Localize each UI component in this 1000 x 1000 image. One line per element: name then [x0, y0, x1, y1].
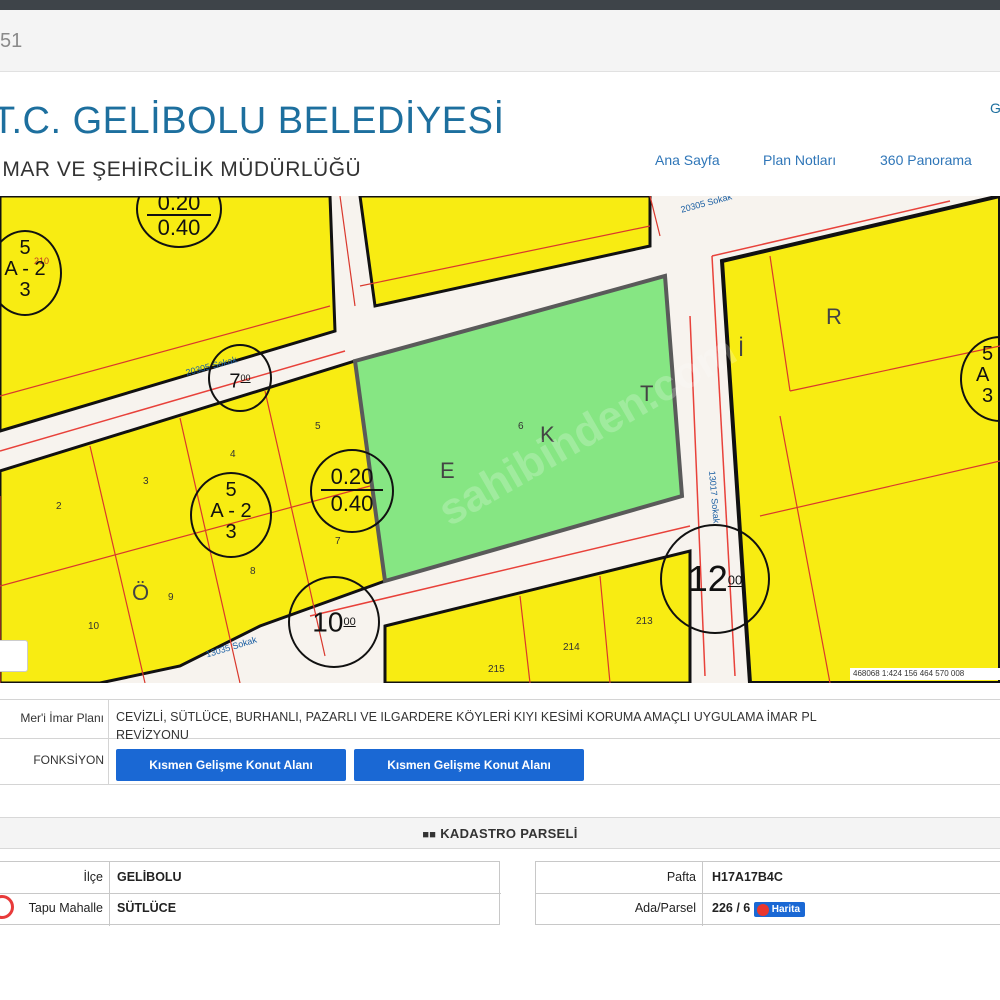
- parcel-number: 213: [636, 616, 653, 627]
- ratio-marker-middle: 0.20 0.40: [310, 449, 394, 533]
- ratio-value-top: 0.20: [321, 465, 383, 491]
- aq-class: A: [210, 500, 223, 522]
- height-decimal: 00: [727, 572, 743, 588]
- neighborhood-label: Tapu Mahalle: [28, 901, 103, 915]
- zone-block-right: [719, 196, 1000, 683]
- row-divider: [0, 893, 501, 894]
- page-subtitle: İMAR VE ŞEHİRCİLİK MÜDÜRLÜĞÜ: [0, 158, 362, 181]
- column-divider: [109, 862, 110, 926]
- map-scale-text: 468068 1:424 156 464 570 008: [850, 668, 1000, 680]
- nav-plan-notes-link[interactable]: Plan Notları: [763, 152, 836, 168]
- page: 51 T.C. GELİBOLU BELEDİYESİ İMAR VE ŞEHİ…: [0, 0, 1000, 1000]
- parcel-number: 215: [488, 664, 505, 675]
- height-value: 7: [229, 370, 241, 393]
- height-decimal: 00: [240, 373, 251, 383]
- ratio-value-bottom: 0.40: [330, 491, 374, 516]
- map-button-label: Harita: [771, 904, 801, 915]
- row-divider: [536, 893, 1000, 894]
- aq-marker-middle: 5 A - 2 3: [190, 472, 272, 558]
- column-divider: [702, 862, 703, 926]
- map-pin-icon: [756, 904, 769, 916]
- plan-row: Mer'i İmar Planı CEVİZLİ, SÜTLÜCE, BURHA…: [0, 699, 1000, 742]
- zone-label-o: Ö: [132, 580, 150, 605]
- plan-text-line: CEVİZLİ, SÜTLÜCE, BURHANLI, PAZARLI VE I…: [116, 710, 817, 724]
- zone-label-r: R: [826, 304, 842, 329]
- parcel-number: 214: [563, 642, 580, 653]
- page-title: T.C. GELİBOLU BELEDİYESİ: [0, 100, 505, 142]
- height-value: 12: [687, 558, 728, 599]
- function-button[interactable]: Kısmen Gelişme Konut Alanı: [354, 749, 584, 781]
- aq-height: 2: [240, 500, 252, 522]
- height-marker-7: 700: [208, 344, 272, 412]
- aq-ratio: 3: [982, 385, 994, 407]
- block-parcel-value: 226 / 6 Harita: [712, 901, 806, 917]
- block-parcel-text: 226 / 6: [712, 901, 751, 915]
- kadastro-heading-text: KADASTRO PARSELİ: [440, 826, 578, 841]
- aq-floors: 5: [225, 479, 237, 501]
- parcel-number: 5: [315, 421, 321, 432]
- aq-floors: 5: [982, 343, 994, 365]
- tab-number: 51: [0, 30, 23, 52]
- browser-tab-bar: 51: [0, 10, 1000, 72]
- kadastro-right-table: Pafta H17A17B4C Ada/Parsel 226 / 6 Harit…: [535, 861, 1000, 926]
- aq-floors: 5: [19, 237, 31, 259]
- parcel-number: 10: [88, 621, 100, 632]
- aq-class: A: [976, 364, 990, 386]
- cell-divider: [108, 739, 109, 784]
- sheet-value: H17A17B4C: [712, 870, 783, 884]
- map-search-box[interactable]: [0, 640, 28, 672]
- district-value: GELİBOLU: [117, 870, 182, 884]
- nav-home-link[interactable]: Ana Sayfa: [655, 152, 720, 168]
- aq-ratio: 3: [19, 279, 31, 301]
- aq-class: A: [4, 258, 17, 280]
- height-decimal: 00: [343, 616, 356, 628]
- function-button[interactable]: Kısmen Gelişme Konut Alanı: [116, 749, 346, 781]
- map-button[interactable]: Harita: [753, 902, 806, 917]
- plan-label: Mer'i İmar Planı: [20, 711, 104, 725]
- map-canvas: [0, 196, 1000, 683]
- sheet-label: Pafta: [666, 870, 696, 884]
- parcel-number: 6: [518, 421, 524, 432]
- parcel-number: 2: [56, 501, 62, 512]
- height-marker-12: 1200: [660, 524, 770, 634]
- block-parcel-label: Ada/Parsel: [634, 901, 696, 915]
- parcel-number: 7: [335, 536, 341, 547]
- zoning-map[interactable]: 20305 Sokak 20305 Sokak 13017 Sokak 1303…: [0, 196, 1000, 683]
- function-row: FONKSİYON Kısmen Gelişme Konut Alanı Kıs…: [0, 739, 1000, 785]
- height-value: 10: [312, 606, 344, 638]
- browser-top-strip: [0, 0, 1000, 10]
- parcel-number: 3: [143, 476, 149, 487]
- nav-panorama-link[interactable]: 360 Panorama: [880, 152, 972, 168]
- district-label: İlçe: [83, 870, 103, 884]
- ratio-value-bottom: 0.40: [157, 215, 201, 240]
- parcel-number: 4: [230, 449, 236, 460]
- grid-icon: ■■: [422, 829, 437, 841]
- aq-ratio: 3: [225, 521, 237, 543]
- aq-height: 2: [34, 258, 46, 280]
- cell-divider: [108, 700, 109, 738]
- site-header: T.C. GELİBOLU BELEDİYESİ İMAR VE ŞEHİRCİ…: [0, 72, 1000, 196]
- parcel-number: 8: [250, 566, 256, 577]
- parcel-info-panel: Mer'i İmar Planı CEVİZLİ, SÜTLÜCE, BURHA…: [0, 683, 1000, 1000]
- neighborhood-value: SÜTLÜCE: [117, 901, 177, 915]
- height-marker-10: 1000: [288, 576, 380, 668]
- header-corner-text: G: [990, 100, 1000, 116]
- parcel-number: 9: [168, 592, 174, 603]
- kadastro-left-table: İlçe GELİBOLU Tapu Mahalle SÜTLÜCE: [0, 861, 501, 926]
- function-label: FONKSİYON: [33, 753, 104, 767]
- ratio-value-top: 0.20: [147, 196, 211, 216]
- kadastro-heading: ■■ KADASTRO PARSELİ: [0, 817, 1000, 849]
